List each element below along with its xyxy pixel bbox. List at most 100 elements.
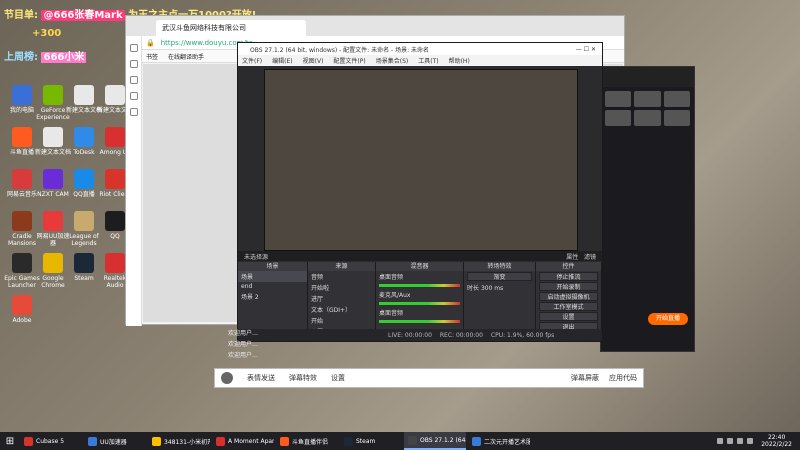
control-button[interactable]: 工作室模式: [539, 302, 598, 311]
source-item[interactable]: 开始: [308, 315, 375, 326]
scene-item[interactable]: end: [238, 282, 307, 291]
chat-line: 欢迎用户…: [228, 341, 259, 348]
app-icon: [12, 211, 32, 231]
app-icon: [43, 85, 63, 105]
bookmark-2[interactable]: 在线翻译助手: [168, 52, 204, 61]
app-icon: [43, 211, 63, 231]
app-icon: [43, 253, 63, 273]
properties-button[interactable]: 属性: [566, 254, 578, 261]
control-button[interactable]: 设置: [539, 312, 598, 321]
app-icon: [12, 295, 32, 315]
taskbar-app[interactable]: 二次元开播艺术服…: [468, 432, 530, 450]
control-button[interactable]: 开始录制: [539, 282, 598, 291]
download-icon[interactable]: [129, 92, 138, 100]
tray-icon[interactable]: [717, 438, 724, 444]
volume-meter[interactable]: [379, 320, 460, 323]
source-item[interactable]: 文本（GDI+）: [308, 304, 375, 315]
source-item[interactable]: 进厅: [308, 293, 375, 304]
app-icon: [12, 127, 32, 147]
chat-line: 欢迎用户…: [228, 330, 259, 337]
duration-value[interactable]: 300 ms: [481, 285, 503, 292]
tab-icon[interactable]: [129, 44, 138, 52]
volume-meter[interactable]: [379, 302, 460, 305]
menu-item[interactable]: 文件(F): [242, 56, 262, 65]
chat-action-button[interactable]: 弹幕特效: [289, 373, 317, 383]
clock-time: 22:40: [767, 434, 786, 441]
client-grid: [601, 87, 694, 130]
taskbar-app-icon: [472, 436, 481, 446]
taskbar-app[interactable]: Steam: [340, 432, 402, 450]
history-icon[interactable]: [129, 76, 138, 84]
browser-tabbar: 武汉斗鱼网络科技有限公司: [126, 16, 624, 36]
window-controls-icon[interactable]: — ☐ ✕: [576, 46, 596, 53]
obs-titlebar: OBS 27.1.2 (64 bit, windows) - 配置文件: 未命名…: [238, 43, 602, 55]
volume-icon[interactable]: [747, 438, 754, 444]
menu-item[interactable]: 场景集合(S): [376, 56, 409, 65]
taskbar-app-icon: [280, 436, 289, 446]
app-icon: [74, 127, 94, 147]
taskbar-app[interactable]: UU加速器: [84, 432, 146, 450]
clock[interactable]: 22:40 2022/2/22: [757, 434, 796, 448]
app-icon: [105, 85, 125, 105]
menu-item[interactable]: 帮助(H): [449, 56, 470, 65]
browser-tab[interactable]: 武汉斗鱼网络科技有限公司: [156, 20, 306, 36]
taskbar-app-label: Cubase 5: [36, 437, 65, 445]
collection-icon[interactable]: [129, 60, 138, 68]
no-source-label: 未选择源: [244, 253, 269, 261]
taskbar-app-label: 348131-小米初开…: [164, 438, 210, 446]
avatar[interactable]: [221, 372, 233, 384]
bookmark-1[interactable]: 书签: [146, 52, 158, 61]
menu-item[interactable]: 编辑(E): [272, 56, 292, 65]
obs-menubar: 文件(F) 编辑(E) 视图(V) 配置文件(P) 场景集合(S) 工具(T) 帮助(H): [238, 55, 602, 66]
chat-right-button[interactable]: 应用代码: [609, 373, 637, 383]
chat-action-button[interactable]: 表情发送: [247, 373, 275, 383]
taskbar-app[interactable]: Cubase 5: [20, 432, 82, 450]
app-icon: [74, 253, 94, 273]
transition-select[interactable]: 渐变: [467, 272, 532, 281]
volume-meter[interactable]: [379, 284, 460, 287]
obs-window[interactable]: OBS 27.1.2 (64 bit, windows) - 配置文件: 未命名…: [237, 42, 603, 342]
chat-action-button[interactable]: 设置: [331, 373, 345, 383]
obs-source-toolbar: 未选择源 属性 滤镜: [238, 251, 602, 261]
banner-prefix-1: 节目单:: [4, 10, 38, 21]
filters-button[interactable]: 滤镜: [584, 254, 596, 261]
taskbar-app-icon: [152, 436, 161, 446]
desktop-icon-label: Adobe: [12, 317, 32, 324]
taskbar-app[interactable]: OBS 27.1.2 (64-bit…: [404, 432, 466, 450]
chat-line: 欢迎用户…: [228, 352, 259, 359]
source-item[interactable]: 开始啦: [308, 282, 375, 293]
clock-date: 2022/2/22: [761, 441, 792, 448]
scene-item[interactable]: 场景: [238, 271, 307, 282]
mixer-track-label: 桌面音频: [379, 274, 404, 281]
banner-prefix-2: 上周榜:: [4, 52, 38, 63]
desktop-icon[interactable]: Adobe: [4, 295, 40, 324]
menu-item[interactable]: 配置文件(P): [333, 56, 365, 65]
menu-item[interactable]: 视图(V): [303, 56, 324, 65]
tray-icon[interactable]: [727, 438, 734, 444]
app-icon: [43, 169, 63, 189]
douyu-client-window[interactable]: 开始直播: [600, 66, 695, 352]
settings-icon[interactable]: [129, 108, 138, 116]
taskbar-app-icon: [344, 436, 353, 446]
banner-highlight-2: 666小米: [41, 52, 87, 63]
scene-item[interactable]: 场景 2: [238, 291, 307, 302]
cpu-usage: CPU: 1.9%, 60.00 fps: [490, 331, 555, 339]
app-icon: [74, 85, 94, 105]
taskbar-app[interactable]: 348131-小米初开…: [148, 432, 210, 450]
taskbar-app[interactable]: 斗鱼直播伴侣: [276, 432, 338, 450]
taskbar-app[interactable]: A Moment Apart …: [212, 432, 274, 450]
transitions-dock: 转场特效 渐变 时长 300 ms: [464, 262, 536, 330]
start-live-button[interactable]: 开始直播: [648, 313, 688, 325]
control-button[interactable]: 停止推流: [539, 272, 598, 281]
obs-title: OBS 27.1.2 (64 bit, windows) - 配置文件: 未命名…: [250, 46, 430, 54]
taskbar-app-label: Steam: [356, 437, 376, 445]
control-button[interactable]: 启动虚拟摄像机: [539, 292, 598, 301]
windows-start-icon[interactable]: ⊞: [0, 436, 20, 447]
rec-time: REC: 00:00:00: [439, 331, 483, 339]
transitions-header: 转场特效: [464, 262, 535, 271]
menu-item[interactable]: 工具(T): [418, 56, 438, 65]
chat-right-button[interactable]: 弹幕屏蔽: [571, 373, 599, 383]
scenes-header: 场景: [238, 262, 307, 271]
source-item[interactable]: 音频: [308, 271, 375, 282]
tray-icon[interactable]: [737, 438, 744, 444]
